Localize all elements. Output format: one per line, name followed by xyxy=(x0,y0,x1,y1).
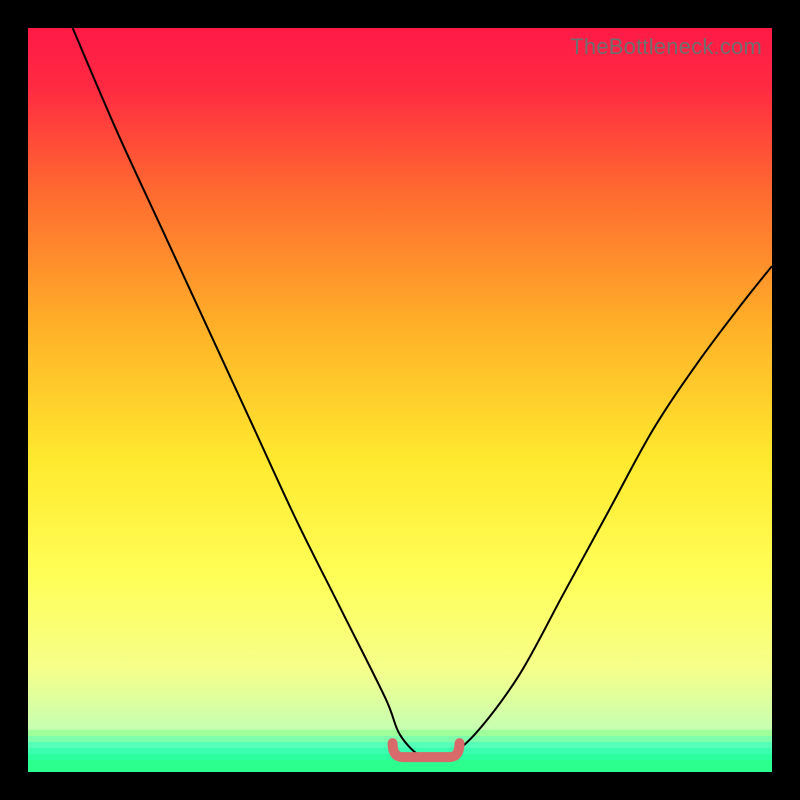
heat-gradient-background xyxy=(28,28,772,772)
bottleneck-plot xyxy=(28,28,772,772)
chart-frame: TheBottleneck.com xyxy=(28,28,772,772)
watermark-text: TheBottleneck.com xyxy=(570,34,762,60)
